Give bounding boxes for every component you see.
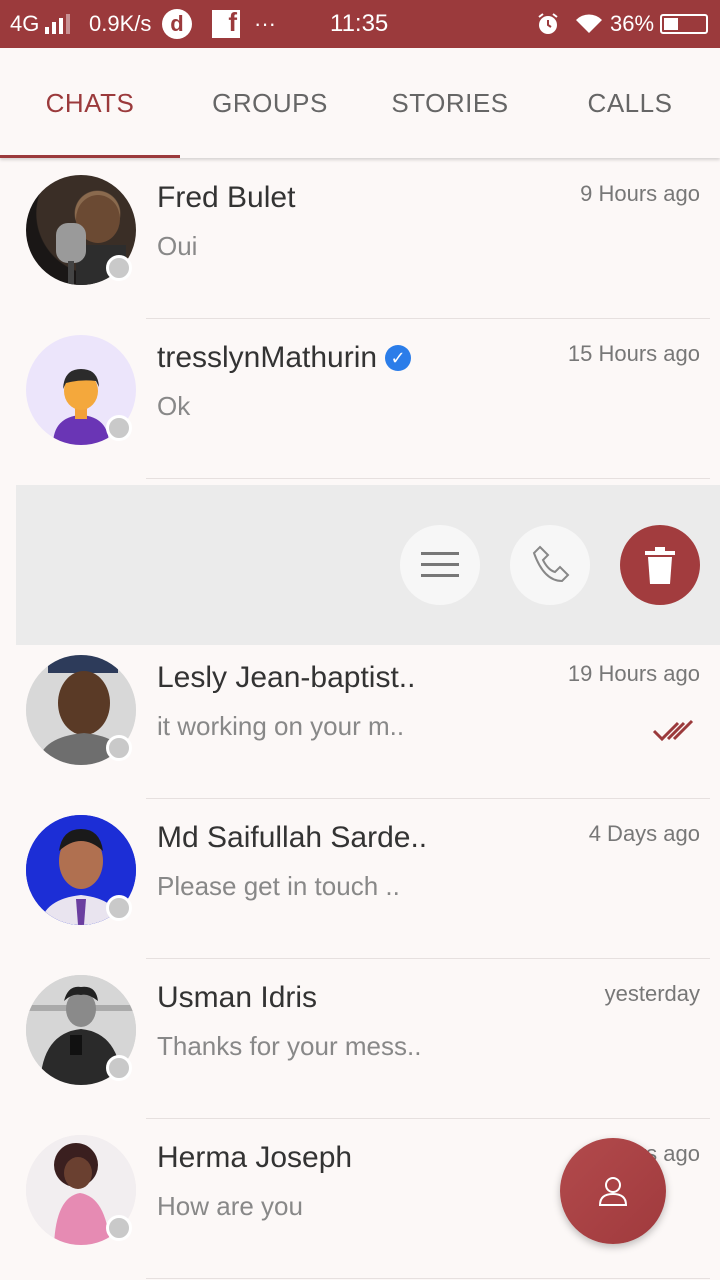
- row-divider: [146, 1278, 710, 1279]
- chat-row-md-saifullah-sarde[interactable]: Md Saifullah Sarde.. Please get in touch…: [0, 799, 720, 959]
- network-type: 4G: [10, 11, 40, 36]
- avatar-usman-idris[interactable]: [26, 975, 136, 1085]
- network-indicator: 4G: [10, 0, 71, 48]
- chat-row-lesly-jean-baptist[interactable]: Lesly Jean-baptist.. it working on your …: [0, 639, 720, 799]
- message-time: 9 Hours ago: [580, 181, 700, 206]
- offline-status-dot: [106, 1215, 132, 1241]
- message-time: 19 Hours ago: [567, 661, 700, 686]
- chat-row-fred-bulet[interactable]: Fred Bulet Oui 9 Hours ago: [0, 159, 720, 319]
- contact-name: Herma Joseph: [157, 1141, 353, 1174]
- avatar-tresslynmathurin[interactable]: [26, 335, 136, 445]
- menu-action-button[interactable]: [400, 525, 480, 605]
- signal-icon: [45, 14, 71, 34]
- alarm-icon: [536, 0, 560, 48]
- tab-calls[interactable]: CALLS: [540, 48, 720, 158]
- contact-name: Lesly Jean-baptist..: [157, 661, 416, 694]
- contact-name: Usman Idris: [157, 981, 318, 1014]
- message-time: yesterday: [604, 981, 700, 1006]
- row-divider: [146, 478, 710, 479]
- network-speed: 0.9K/s: [89, 11, 152, 36]
- last-message: Ok: [157, 391, 191, 421]
- last-message: it working on your m..: [157, 711, 405, 741]
- menu-icon: [421, 552, 459, 577]
- contact-name: Fred Bulet: [157, 181, 296, 214]
- delete-action-button[interactable]: [620, 525, 700, 605]
- wifi-icon: [574, 0, 604, 48]
- avatar-md-saifullah-sarde[interactable]: [26, 815, 136, 925]
- phone-icon: [532, 545, 570, 583]
- tab-indicator: [0, 155, 180, 158]
- offline-status-dot: [106, 735, 132, 761]
- last-message: How are you: [157, 1191, 303, 1221]
- call-action-button[interactable]: [510, 525, 590, 605]
- avatar-herma-joseph[interactable]: [26, 1135, 136, 1245]
- new-contact-fab[interactable]: [560, 1138, 666, 1244]
- avatar-lesly-jean-baptist[interactable]: [26, 655, 136, 765]
- tab-bar: CHATS GROUPS STORIES CALLS: [0, 48, 720, 158]
- tab-groups[interactable]: GROUPS: [180, 48, 360, 158]
- offline-status-dot: [106, 1055, 132, 1081]
- battery-percent: 36%: [610, 11, 655, 36]
- message-time: 4 Days ago: [588, 821, 700, 846]
- offline-status-dot: [106, 255, 132, 281]
- last-message: Please get in touch ..: [157, 871, 400, 901]
- contact-name: tresslynMathurin: [157, 341, 378, 374]
- last-message: Oui: [157, 231, 198, 261]
- contact-name-line: tresslynMathurin ✓: [157, 341, 412, 375]
- trash-icon: [645, 547, 675, 584]
- more-notifications-icon: ···: [254, 11, 276, 36]
- status-bar: 4G 0.9K/s d f ··· 11:35 36%: [0, 0, 720, 48]
- chat-row-tresslynmathurin[interactable]: tresslynMathurin ✓ Ok 15 Hours ago: [0, 319, 720, 479]
- offline-status-dot: [106, 895, 132, 921]
- verified-badge-icon: ✓: [385, 345, 412, 371]
- avatar-fred-bulet[interactable]: [26, 175, 136, 285]
- tab-stories[interactable]: STORIES: [360, 48, 540, 158]
- contact-name: Md Saifullah Sarde..: [157, 821, 428, 854]
- offline-status-dot: [106, 415, 132, 441]
- message-time: 15 Hours ago: [567, 341, 700, 366]
- read-ticks-icon: [652, 719, 696, 748]
- clock: 11:35: [330, 10, 389, 37]
- chat-row-usman-idris[interactable]: Usman Idris Thanks for your mess.. yeste…: [0, 959, 720, 1119]
- last-message: Thanks for your mess..: [157, 1031, 422, 1061]
- person-icon: [598, 1177, 628, 1206]
- facebook-icon: f: [212, 0, 240, 48]
- swipe-actions-panel: [16, 485, 720, 645]
- battery-icon: [660, 0, 708, 48]
- tab-chats[interactable]: CHATS: [0, 48, 180, 158]
- app-d-icon: d: [162, 0, 192, 48]
